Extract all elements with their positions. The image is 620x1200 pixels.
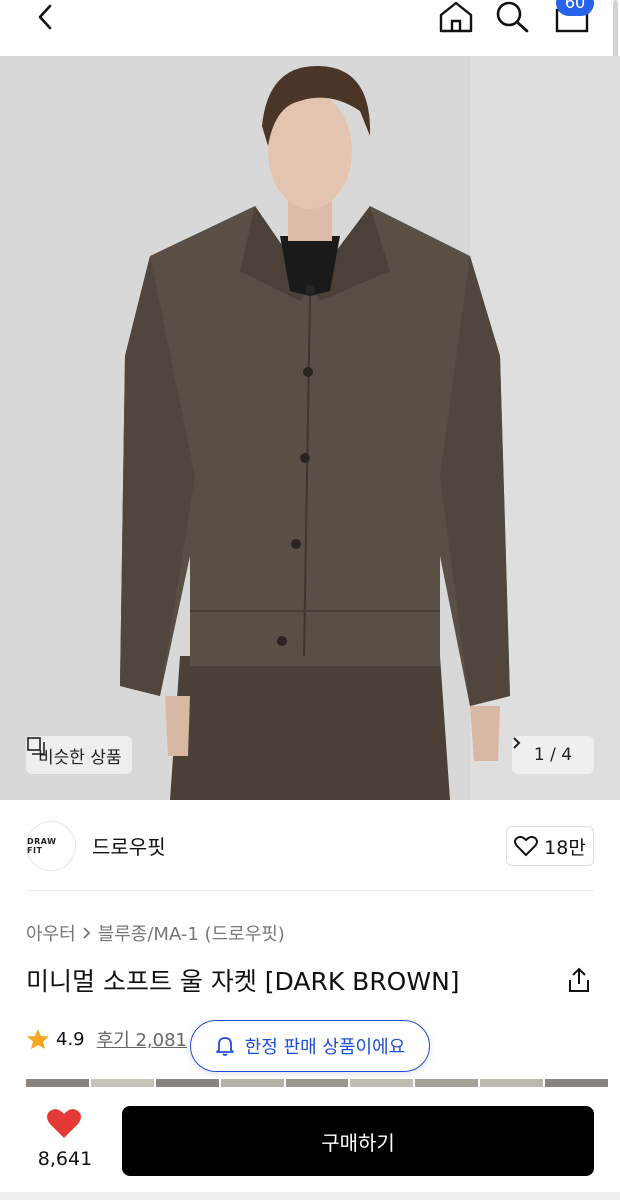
limited-sale-label: 한정 판매 상품이에요 [244, 1037, 406, 1058]
product-image-carousel[interactable]: 비슷한 상품 1 / 4 [0, 56, 620, 800]
similar-products-button[interactable]: 비슷한 상품 [26, 736, 132, 774]
product-title: 미니멀 소프트 울 자켓 [DARK BROWN] [26, 967, 460, 996]
heart-outline-icon [514, 835, 539, 857]
product-photo [0, 56, 620, 800]
breadcrumb-item-category[interactable]: 블루종/MA-1 (드로우핏) [98, 920, 285, 946]
brand-like-count: 18만 [544, 836, 586, 859]
thumbnail-strip[interactable] [26, 1079, 608, 1087]
scrollbar[interactable] [613, 0, 618, 60]
thumbnail[interactable] [90, 1079, 154, 1087]
limited-sale-notice[interactable]: 한정 판매 상품이에요 [190, 1020, 430, 1072]
page-indicator-text: 1 / 4 [533, 745, 573, 765]
thumbnail[interactable] [480, 1079, 544, 1087]
breadcrumb-item-outer[interactable]: 아우터 [26, 920, 76, 946]
search-icon[interactable] [494, 0, 530, 34]
similar-items-icon [27, 737, 45, 755]
home-icon[interactable] [436, 0, 476, 34]
chevron-right-icon [513, 737, 521, 749]
image-page-indicator[interactable]: 1 / 4 [512, 736, 594, 774]
star-icon [27, 1029, 49, 1049]
bottom-edge [0, 1192, 620, 1200]
thumbnail[interactable] [415, 1079, 479, 1087]
cart-count-badge: 60 [556, 0, 594, 16]
review-count-link[interactable]: 후기 2,081 [97, 1026, 187, 1052]
rating-score: 4.9 [56, 1028, 85, 1050]
chevron-left-icon[interactable] [30, 2, 64, 32]
brand-logo[interactable]: DRAW FIT [26, 821, 76, 871]
brand-row: DRAW FIT 드로우핏 18만 [0, 800, 620, 892]
brand-name[interactable]: 드로우핏 [92, 831, 166, 860]
heart-filled-icon[interactable] [46, 1108, 82, 1140]
thumbnail[interactable] [350, 1079, 414, 1087]
buy-button[interactable]: 구매하기 [122, 1106, 594, 1176]
divider [26, 890, 594, 891]
brand-like-button[interactable]: 18만 [506, 826, 594, 866]
thumbnail[interactable] [155, 1079, 219, 1087]
thumbnail[interactable] [545, 1079, 608, 1087]
similar-products-label: 비슷한 상품 [38, 747, 122, 768]
share-icon[interactable] [566, 966, 592, 994]
chevron-right-icon [83, 927, 90, 939]
breadcrumb: 아우터 블루종/MA-1 (드로우핏) [26, 920, 285, 946]
bottom-action-bar: 8,641 구매하기 [0, 1088, 620, 1200]
thumbnail[interactable] [285, 1079, 349, 1087]
top-navigation-bar: 60 [0, 0, 620, 56]
wish-count: 8,641 [37, 1148, 93, 1170]
brand-logo-text: DRAW FIT [27, 837, 57, 855]
bell-icon [215, 1037, 234, 1056]
rating-row: 4.9 후기 2,081 [26, 1026, 187, 1052]
thumbnail[interactable] [26, 1079, 89, 1087]
thumbnail[interactable] [220, 1079, 284, 1087]
